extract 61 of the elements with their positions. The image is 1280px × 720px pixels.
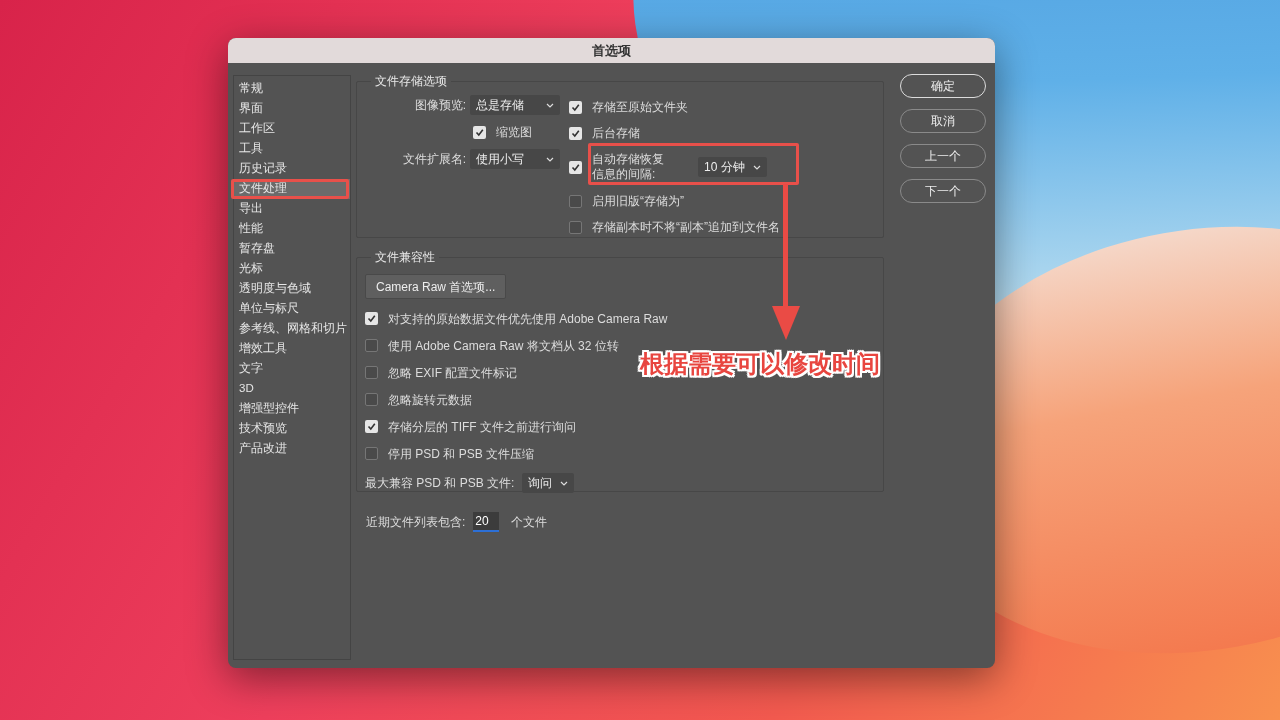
chevron-down-icon xyxy=(546,102,554,108)
sidebar-item[interactable]: 文字 xyxy=(234,359,350,379)
checkbox-label: 存储至原始文件夹 xyxy=(592,99,688,116)
interval-dropdown[interactable]: 10 分钟 xyxy=(698,157,767,177)
checkbox[interactable] xyxy=(473,125,486,139)
camera-raw-preferences-button[interactable]: Camera Raw 首选项... xyxy=(365,274,507,299)
sidebar-item[interactable]: 暂存盘 xyxy=(234,239,350,259)
dropdown[interactable]: 总是存储 xyxy=(470,95,560,115)
sidebar-item[interactable]: 参考线、网格和切片 xyxy=(234,319,350,339)
recent-files-count-field[interactable]: 20 xyxy=(473,512,500,532)
sidebar-item[interactable]: 增效工具 xyxy=(234,339,350,359)
checkbox-label: 启用旧版“存储为” xyxy=(592,193,684,210)
group-title: 文件存储选项 xyxy=(374,73,448,90)
checkbox[interactable] xyxy=(569,220,582,234)
sidebar-item[interactable]: 单位与标尺 xyxy=(234,299,350,319)
checkbox[interactable] xyxy=(365,366,378,379)
checkbox[interactable] xyxy=(569,160,582,174)
checkbox-label: 使用 Adobe Camera Raw 将文档从 32 位转 xyxy=(388,337,619,355)
dropdown[interactable]: 使用小写 xyxy=(470,149,560,169)
checkbox-label: 忽略旋转元数据 xyxy=(388,391,472,409)
sidebar-item[interactable]: 历史记录 xyxy=(234,159,350,179)
sidebar-item[interactable]: 常规 xyxy=(234,79,350,99)
sidebar-item[interactable]: 性能 xyxy=(234,219,350,239)
checkbox-label: 对支持的原始数据文件优先使用 Adobe Camera Raw xyxy=(388,310,668,328)
sidebar-item[interactable]: 工具 xyxy=(234,139,350,159)
chevron-down-icon xyxy=(753,164,761,170)
sidebar-item[interactable]: 技术预览 xyxy=(234,419,350,439)
checkbox-label: 存储分层的 TIFF 文件之前进行询问 xyxy=(388,418,576,436)
sidebar-item[interactable]: 工作区 xyxy=(234,119,350,139)
field-label: 文件扩展名: xyxy=(401,151,467,168)
window-title: 首选项 xyxy=(592,41,631,60)
field-label: 图像预览: xyxy=(413,97,467,114)
checkbox-label: 停用 PSD 和 PSB 文件压缩 xyxy=(388,445,535,463)
sidebar-item[interactable]: 增强型控件 xyxy=(234,399,350,419)
annotation-text: 根据需要可以修改时间 xyxy=(640,349,880,379)
checkbox-label: 忽略 EXIF 配置文件标记 xyxy=(388,364,518,382)
checkbox[interactable] xyxy=(569,126,582,140)
sidebar-item[interactable]: 界面 xyxy=(234,99,350,119)
field-label: 最大兼容 PSD 和 PSB 文件: xyxy=(365,475,515,492)
checkbox-label: 存储副本时不将“副本”追加到文件名 xyxy=(592,219,780,236)
checkbox[interactable] xyxy=(365,420,378,433)
field-label: 近期文件列表包含: xyxy=(366,514,466,531)
checkbox-label: 自动存储恢复 信息的间隔: xyxy=(592,152,665,182)
checkbox-label: 后台存储 xyxy=(592,125,640,142)
chevron-down-icon xyxy=(546,156,554,162)
sidebar-item[interactable]: 产品改进 xyxy=(234,439,350,459)
sidebar-item[interactable]: 透明度与色域 xyxy=(234,279,350,299)
checkbox-label: 缩览图 xyxy=(496,124,532,141)
field-unit-label: 个文件 xyxy=(511,514,548,531)
sidebar-item[interactable]: 3D xyxy=(234,379,350,399)
checkbox[interactable] xyxy=(569,194,582,208)
checkbox[interactable] xyxy=(365,339,378,352)
checkbox[interactable] xyxy=(365,312,378,325)
group-title: 文件兼容性 xyxy=(374,249,436,266)
checkbox[interactable] xyxy=(365,447,378,460)
checkbox[interactable] xyxy=(569,100,582,114)
sidebar-item[interactable]: 导出 xyxy=(234,199,350,219)
max-compatibility-dropdown[interactable]: 询问 xyxy=(522,473,575,493)
chevron-down-icon xyxy=(560,480,569,486)
checkbox[interactable] xyxy=(365,393,378,406)
sidebar-item[interactable]: 光标 xyxy=(234,259,350,279)
